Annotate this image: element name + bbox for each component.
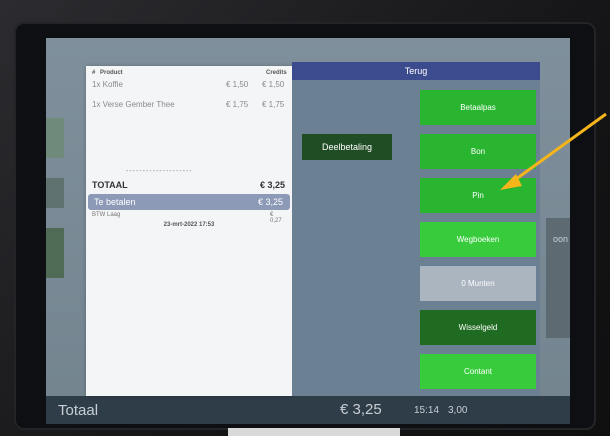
line-item-name: 1x Verse Gember Thee [92, 100, 175, 109]
bg-strip [46, 118, 64, 158]
line-item-price: € 1,50 [226, 80, 249, 89]
line-item-price: € 1,75 [226, 100, 249, 109]
receipt-total-value: € 3,25 [260, 180, 286, 190]
bg-strip [46, 228, 64, 278]
coins-button[interactable]: 0 Munten [420, 266, 536, 301]
bg-strip [46, 178, 64, 208]
to-pay-label: Te betalen [94, 197, 136, 207]
receipt-panel: # Product Credits 1x Koffie € 1,50 € 1,5… [86, 66, 292, 396]
total-value: 3,00 [448, 405, 468, 416]
receipt-datetime: 23-mrt-2022 17:53 [163, 222, 215, 228]
back-button[interactable]: Terug [292, 62, 540, 80]
write-off-button[interactable]: Wegboeken [420, 222, 536, 257]
receipt-header-product: Product [100, 70, 123, 76]
to-pay-value: € 3,25 [258, 197, 284, 207]
receipt-header-qty: # [92, 70, 96, 76]
payment-overlay: Terug Deelbetaling Betaalpas Bon Pin Weg… [292, 62, 540, 396]
line-item-total: € 1,50 [262, 80, 285, 89]
total-label: Totaal [58, 402, 99, 419]
cash-button[interactable]: Contant [420, 354, 536, 389]
change-button[interactable]: Wisselgeld [420, 310, 536, 345]
debit-card-button[interactable]: Betaalpas [420, 90, 536, 125]
pos-screen: oon Totaal € 3,25 15:14 3,00 # Product C… [46, 38, 570, 424]
to-pay-row: Te betalen € 3,25 [88, 194, 290, 210]
total-amount: € 3,25 [340, 401, 382, 418]
receipt-header-credits: Credits [266, 70, 287, 76]
receipt-separator: -------------------- [126, 168, 193, 175]
total-time: 15:14 [414, 405, 440, 416]
btw-label: BTW Laag [92, 212, 121, 218]
bg-side-label: oon [552, 234, 568, 244]
line-item-name: 1x Koffie [92, 80, 123, 89]
receipt-button[interactable]: Bon [420, 134, 536, 169]
receipt-total-label: TOTAAL [92, 180, 128, 190]
line-item-total: € 1,75 [262, 100, 285, 109]
pin-button[interactable]: Pin [420, 178, 536, 213]
bottom-total-bar: Totaal € 3,25 15:14 3,00 [46, 396, 570, 424]
monitor-stand [228, 428, 400, 436]
split-payment-button[interactable]: Deelbetaling [302, 134, 392, 160]
